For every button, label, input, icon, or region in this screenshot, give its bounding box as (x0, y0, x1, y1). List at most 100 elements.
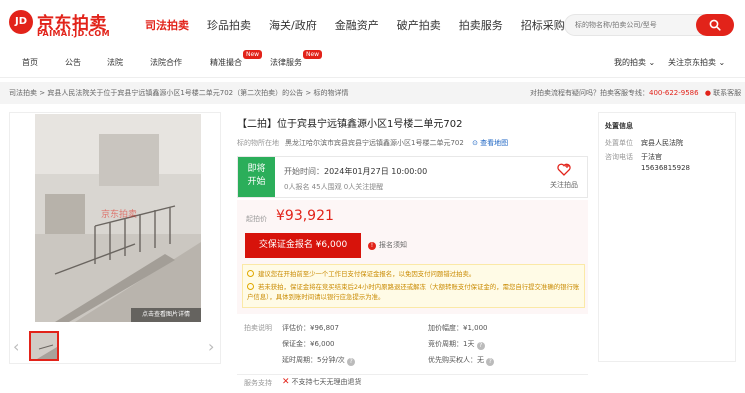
priority-buyer: 优先购买权人：无 ? (428, 355, 495, 366)
appraisal-value: ¥96,807 (310, 324, 339, 332)
increment-value: ¥1,000 (463, 324, 488, 332)
main-nav: 司法拍卖 珍品拍卖 海关/政府 金融资产 破产拍卖 拍卖服务 招标采购 (145, 17, 583, 33)
next-image-arrow[interactable]: › (208, 337, 214, 356)
contact-service-link[interactable]: 联系客服 (713, 89, 741, 97)
contact-label: 咨询电话 (605, 153, 633, 161)
nav-customs-government[interactable]: 海关/政府 (269, 17, 317, 33)
item-title: 【二拍】位于宾县宁远镇鑫源小区1号楼二单元702 (237, 119, 463, 130)
contact-name: 于法官 (641, 153, 662, 161)
search-bar (564, 14, 734, 36)
tip-item: 建议您在开拍前至少一个工作日支付保证金报名，以免因支付问题错过拍卖。 (247, 269, 582, 279)
subnav-court-cooperation[interactable]: 法院合作 (150, 57, 182, 68)
follow-jd-menu[interactable]: 关注京东拍卖 ⌄ (668, 57, 725, 68)
my-auction-menu[interactable]: 我的拍卖 ⌄ (614, 57, 655, 68)
search-button[interactable] (696, 14, 734, 36)
service-support: ✕ 不支持七天无理由退货 (282, 377, 362, 387)
bidding-period: 竞价周期：1天 ? (428, 339, 485, 350)
chevron-down-icon: ⌄ (718, 58, 726, 67)
image-gallery: 京东拍卖 点击查看图片详情 ‹ › (9, 112, 221, 364)
hotline-number: 400-622-9586 (649, 89, 699, 97)
period-label: 竞价周期： (428, 340, 463, 348)
jd-auction-logo[interactable]: JD 京东拍卖 PAIMAI.JD.COM (9, 9, 127, 41)
top-header: JD 京东拍卖 PAIMAI.JD.COM 司法拍卖 珍品拍卖 海关/政府 金融… (0, 0, 745, 48)
status-tag: 即将 开始 (238, 157, 275, 197)
svg-text:京东拍卖: 京东拍卖 (101, 208, 137, 220)
period-value: 1天 (463, 340, 475, 348)
registration-notice-link[interactable]: ! 报名须知 (368, 240, 407, 250)
tip-text: 建议您在开拍前至少一个工作日支付保证金报名，以免因支付问题错过拍卖。 (258, 270, 476, 278)
location-label: 标的物所在地 (237, 139, 279, 147)
appraisal-label: 评估价： (282, 324, 310, 332)
auction-status: 即将 开始 开始时间：2024年01月27日 10:00:00 0人报名 45人… (237, 156, 588, 198)
view-map-link[interactable]: ⊙ 查看地图 (472, 139, 508, 147)
divider (237, 374, 588, 375)
bulb-icon (247, 283, 254, 290)
bulb-icon (247, 270, 254, 277)
subnav-notice[interactable]: 公告 (65, 57, 81, 68)
status-line-2: 开始 (247, 177, 266, 187)
new-badge: New (303, 50, 323, 59)
priority-value: 无 (477, 356, 484, 364)
subnav-court[interactable]: 法院 (107, 57, 123, 68)
breadcrumb-bar: 司法拍卖 > 宾县人民法院关于位于宾县宁远镇鑫源小区1号楼二单元702（第二次拍… (0, 82, 745, 104)
search-input[interactable] (564, 14, 704, 36)
contact-person: 咨询电话 于法官 (605, 152, 662, 162)
subnav-matchmaking-label: 精准撮合 (210, 58, 242, 67)
main-photo[interactable]: 京东拍卖 点击查看图片详情 (35, 114, 201, 322)
help-icon[interactable]: ? (476, 342, 485, 350)
follow-item-label: 关注拍品 (550, 181, 578, 189)
start-time-label: 开始时间： (284, 167, 324, 176)
item-location: 标的物所在地 黑龙江哈尔滨市宾县宾县宁远镇鑫源小区1号楼二单元702 ⊙ 查看地图 (237, 138, 508, 148)
start-time-value: 2024年01月27日 10:00:00 (324, 167, 428, 176)
prev-image-arrow[interactable]: ‹ (13, 337, 19, 356)
help-text: 对拍卖流程有疑问吗？拍卖客服专线： (530, 89, 649, 97)
breadcrumb[interactable]: 司法拍卖 > 宾县人民法院关于位于宾县宁远镇鑫源小区1号楼二单元702（第二次拍… (9, 88, 348, 98)
disposal-unit-value[interactable]: 宾县人民法院 (641, 139, 683, 147)
disposal-unit: 处置单位 宾县人民法院 (605, 138, 683, 148)
pay-deposit-register-button[interactable]: 交保证金报名 ¥6,000 (245, 233, 361, 258)
thumbnail-image (31, 333, 57, 359)
disposal-unit-label: 处置单位 (605, 139, 633, 147)
deposit-tips: 建议您在开拍前至少一个工作日支付保证金报名，以免因支付问题错过拍卖。 若未获拍，… (242, 264, 585, 308)
customer-service-icon: ● (704, 89, 711, 97)
subnav-matchmaking[interactable]: 精准撮合 New (210, 50, 263, 68)
follow-jd-label: 关注京东拍卖 (668, 58, 716, 67)
jd-logo-icon: JD (9, 10, 33, 34)
tip-item: 若未获拍，保证金将在竞买结束后24小时内原路退还或解冻（大额转账支付保证金的，需… (247, 282, 582, 302)
heart-plus-icon (557, 163, 571, 176)
nav-judicial-auction[interactable]: 司法拍卖 (145, 17, 189, 33)
info-icon: ! (368, 242, 376, 250)
contact-phone-value: 15636815928 (641, 164, 690, 172)
nav-financial-assets[interactable]: 金融资产 (335, 17, 379, 33)
help-icon[interactable]: ? (347, 358, 356, 366)
start-time-row: 开始时间：2024年01月27日 10:00:00 (284, 166, 427, 177)
nav-tender-procurement[interactable]: 招标采购 (521, 17, 565, 33)
close-icon: ✕ (282, 377, 290, 387)
extension-period: 延时周期：5分钟/次 ? (282, 355, 356, 366)
image-thumbnail[interactable] (29, 331, 59, 361)
help-icon[interactable]: ? (486, 358, 495, 366)
auction-stats: 0人报名 45人围观 0人关注提醒 (284, 183, 384, 191)
starting-price-label: 起拍价 (246, 215, 267, 223)
deposit-value: ¥6,000 (310, 340, 335, 348)
priority-label: 优先购买权人： (428, 356, 477, 364)
bid-increment: 加价幅度：¥1,000 (428, 323, 488, 333)
nav-treasure-auction[interactable]: 珍品拍卖 (207, 17, 251, 33)
deposit-label: 保证金： (282, 340, 310, 348)
search-icon (709, 19, 721, 31)
nav-bankruptcy-auction[interactable]: 破产拍卖 (397, 17, 441, 33)
subnav-legal-label: 法律服务 (270, 58, 302, 67)
registration-notice-label: 报名须知 (379, 241, 407, 249)
subnav-home[interactable]: 首页 (22, 57, 38, 68)
follow-item-button[interactable]: 关注拍品 (541, 163, 587, 193)
appraisal-price: 评估价：¥96,807 (282, 323, 339, 333)
service-value: 不支持七天无理由退货 (291, 378, 362, 386)
increment-label: 加价幅度： (428, 324, 463, 332)
location-text: 黑龙江哈尔滨市宾县宾县宁远镇鑫源小区1号楼二单元702 (285, 139, 464, 147)
subnav-legal-service[interactable]: 法律服务 New (270, 50, 323, 68)
view-photo-details[interactable]: 点击查看图片详情 (131, 308, 201, 322)
disposal-info-panel: 处置信息 处置单位 宾县人民法院 咨询电话 于法官 15636815928 (598, 112, 736, 362)
tip-text: 若未获拍，保证金将在竞买结束后24小时内原路退还或解冻（大额转账支付保证金的，需… (247, 283, 580, 301)
nav-auction-service[interactable]: 拍卖服务 (459, 17, 503, 33)
new-badge: New (243, 50, 263, 59)
